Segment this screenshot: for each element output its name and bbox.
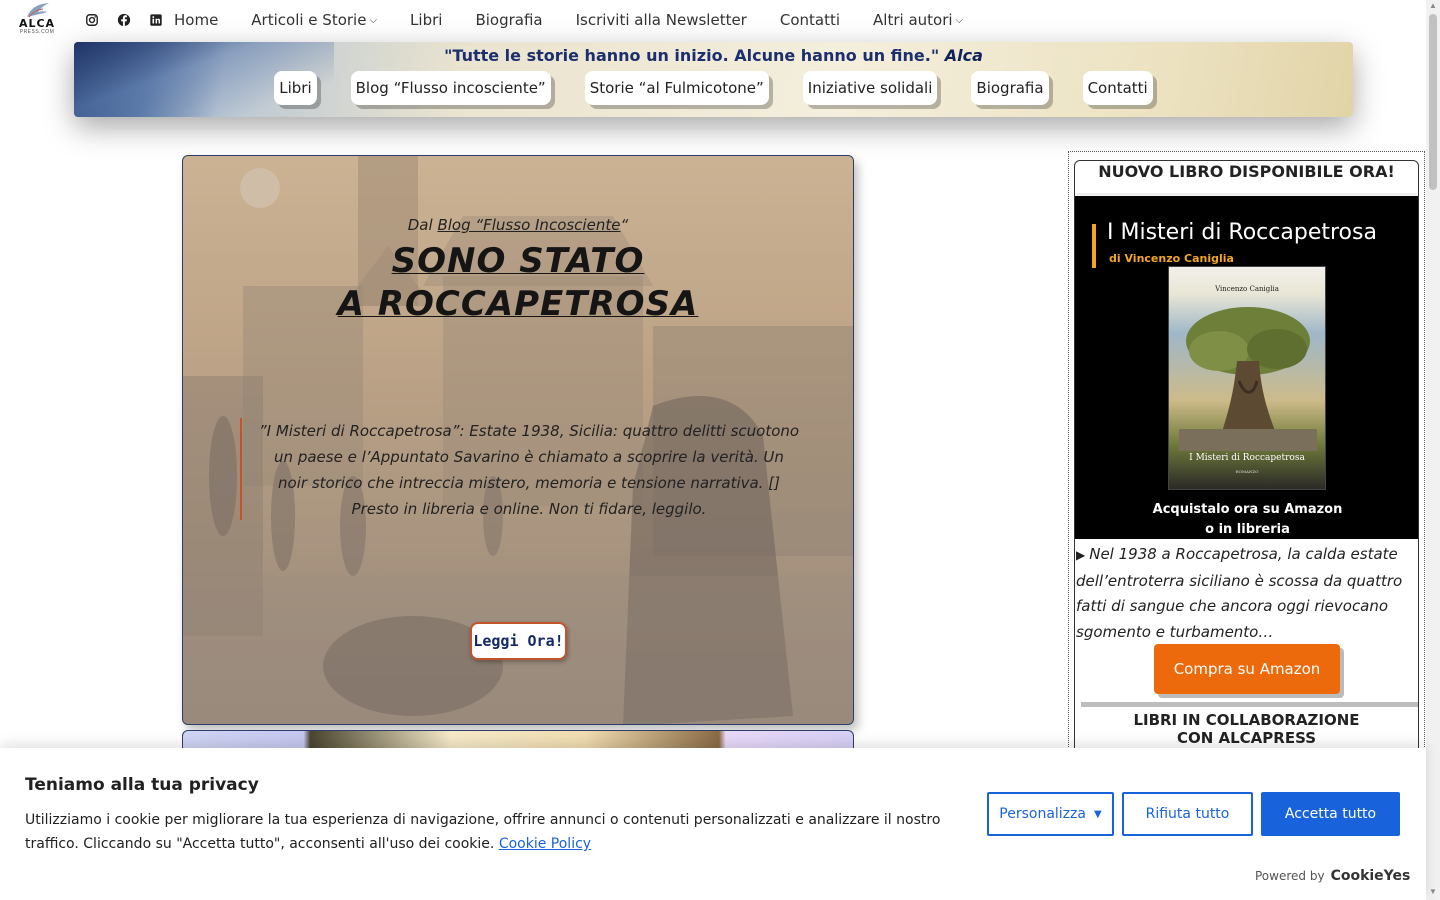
sidebar-heading: NUOVO LIBRO DISPONIBILE ORA!: [1075, 161, 1418, 193]
scroll-down-arrow-icon[interactable]: ▼: [1429, 888, 1437, 896]
caret-down-icon: ▼: [1093, 808, 1102, 820]
logo-subtext: PRESS.COM: [19, 29, 55, 35]
book-description: ▶ Nel 1938 a Roccapetrosa, la calda estat…: [1076, 542, 1418, 645]
sidebar-divider: [1081, 702, 1418, 707]
nav-libri[interactable]: Libri: [410, 11, 442, 29]
nav-home[interactable]: Home: [174, 11, 218, 29]
blog-link[interactable]: Blog “Flusso Incosciente: [437, 216, 620, 234]
banner-quote-text: "Tutte le storie hanno un inizio. Alcune…: [444, 46, 940, 65]
top-navigation-bar: ALCA PRESS.COM Home Articoli e Storie ⌵ L…: [0, 0, 1426, 40]
nav-newsletter-label: Iscriviti alla Newsletter: [575, 11, 747, 29]
header-banner: "Tutte le storie hanno un inizio. Alcune…: [74, 42, 1353, 117]
collab-heading-line2: CON ALCAPRESS: [1176, 729, 1317, 747]
accept-all-button[interactable]: Accetta tutto: [1261, 792, 1400, 836]
pill-blog-flusso-incosciente[interactable]: Blog “Flusso incosciente”: [350, 71, 551, 105]
book-promo-author: di Vincenzo Caniglia: [1109, 252, 1234, 265]
customize-button[interactable]: Personalizza ▼: [987, 792, 1114, 836]
cover-subtitle: ROMANZO: [1235, 469, 1259, 474]
nav-articoli-e-storie[interactable]: Articoli e Storie ⌵: [251, 11, 377, 29]
hero-source-prefix: Dal: [407, 216, 438, 234]
banner-quote: "Tutte le storie hanno un inizio. Alcune…: [74, 46, 1353, 65]
wing-icon: [23, 2, 51, 18]
sidebar-widget: NUOVO LIBRO DISPONIBILE ORA! I Misteri d…: [1074, 160, 1419, 760]
nav-home-label: Home: [174, 11, 219, 29]
cookie-text: Utilizziamo i cookie per migliorare la t…: [25, 808, 975, 856]
nav-biografia[interactable]: Biografia: [475, 11, 542, 29]
powered-by: Powered by CookieYes: [1255, 868, 1410, 884]
cookieyes-logo[interactable]: CookieYes: [1331, 868, 1411, 884]
hero-quote: ”I Misteri di Roccapetrosa”: Estate 1938…: [240, 418, 800, 520]
nav-articoli-label: Articoli e Storie: [251, 11, 367, 29]
banner-pill-menu: Libri Blog “Flusso incosciente” Storie “…: [74, 71, 1353, 105]
collab-heading-line1: LIBRI IN COLLABORAZIONE: [1133, 711, 1360, 729]
cover-author: Vincenzo Caniglia: [1215, 285, 1279, 293]
play-triangle-icon: ▶: [1076, 548, 1086, 562]
book-promo-title: I Misteri di Roccapetrosa: [1107, 220, 1377, 245]
pill-biografia[interactable]: Biografia: [971, 71, 1049, 105]
nav-contatti-label: Contatti: [779, 11, 841, 29]
read-now-button[interactable]: Leggi Ora!: [470, 622, 567, 660]
nav-altri-autori[interactable]: Altri autori ⌵: [873, 11, 963, 29]
instagram-icon[interactable]: [84, 12, 100, 28]
site-logo[interactable]: ALCA PRESS.COM: [14, 2, 60, 42]
main-menu: Home Articoli e Storie ⌵ Libri Biografia …: [174, 0, 996, 40]
reject-all-button[interactable]: Rifiuta tutto: [1122, 792, 1253, 836]
book-cover: Vincenzo Caniglia I Misteri di Roccapetr…: [1168, 266, 1326, 490]
powered-by-label: Powered by: [1255, 869, 1325, 883]
buy-on-amazon-button[interactable]: Compra su Amazon: [1154, 644, 1340, 694]
cookie-policy-link[interactable]: Cookie Policy: [499, 836, 591, 852]
hero-source: Dal Blog “Flusso Incosciente“: [183, 216, 853, 234]
facebook-icon[interactable]: [116, 12, 132, 28]
cookie-text-body: Utilizziamo i cookie per migliorare la t…: [25, 812, 941, 852]
cookie-consent-banner: Teniamo alla tua privacy Utilizziamo i c…: [0, 748, 1426, 900]
book-description-text: Nel 1938 a Roccapetrosa, la calda estate…: [1076, 545, 1403, 641]
banner-quote-author: Alca: [944, 46, 983, 65]
chevron-down-icon: ⌵: [369, 14, 378, 26]
page-scrollbar[interactable]: ▲ ▼: [1426, 0, 1440, 900]
olive-tree-illustration: [1179, 307, 1317, 451]
hero-title-line2: A ROCCAPETROSA: [337, 284, 699, 324]
nav-altri-autori-label: Altri autori: [873, 11, 953, 29]
scroll-up-arrow-icon[interactable]: ▲: [1429, 2, 1437, 10]
book-cta-line2: o in libreria: [1205, 522, 1290, 537]
logo-text: ALCA: [18, 17, 56, 30]
cookie-title: Teniamo alla tua privacy: [25, 775, 259, 795]
pill-iniziative-solidali[interactable]: Iniziative solidali: [802, 71, 938, 105]
hero-card: Dal Blog “Flusso Incosciente“ SONO STATO…: [182, 155, 854, 725]
linkedin-icon[interactable]: [148, 12, 164, 28]
nav-newsletter[interactable]: Iscriviti alla Newsletter: [576, 11, 747, 29]
chevron-down-icon: ⌵: [955, 14, 964, 26]
pill-contatti[interactable]: Contatti: [1082, 71, 1153, 105]
nav-libri-label: Libri: [410, 11, 443, 29]
customize-label: Personalizza: [999, 806, 1086, 822]
hero-title[interactable]: SONO STATO A ROCCAPETROSA: [183, 240, 853, 326]
book-title-accent-bar: [1092, 224, 1096, 268]
book-promo-image[interactable]: I Misteri di Roccapetrosa di Vincenzo Ca…: [1075, 196, 1418, 539]
pill-storie-al-fulmicotone[interactable]: Storie “al Fulmicotone”: [584, 71, 769, 105]
pill-libri[interactable]: Libri: [274, 71, 317, 105]
hero-title-line1: SONO STATO: [391, 241, 645, 281]
hero-source-suffix: “: [620, 216, 629, 234]
collab-heading: LIBRI IN COLLABORAZIONE CON ALCAPRESS: [1075, 711, 1418, 747]
book-cta-line1: Acquistalo ora su Amazon: [1152, 502, 1343, 517]
cover-title: I Misteri di Roccapetrosa: [1189, 453, 1305, 463]
nav-biografia-label: Biografia: [475, 11, 543, 29]
nav-contatti[interactable]: Contatti: [780, 11, 840, 29]
scrollbar-thumb[interactable]: [1429, 14, 1437, 190]
